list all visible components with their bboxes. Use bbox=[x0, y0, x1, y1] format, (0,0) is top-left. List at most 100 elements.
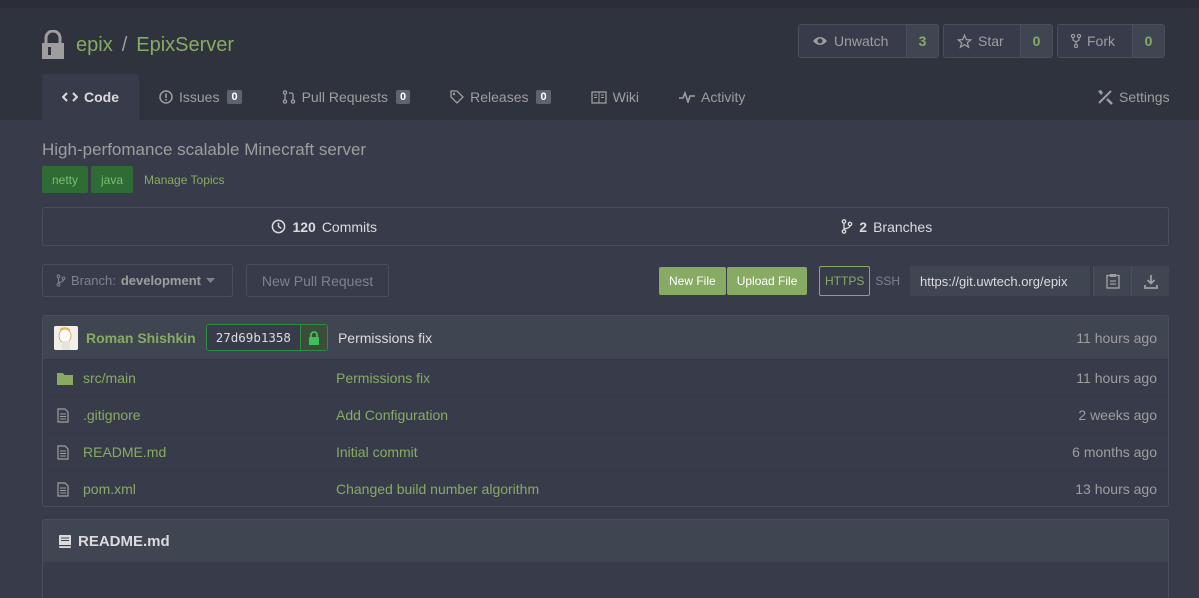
file-name-link[interactable]: README.md bbox=[83, 444, 336, 460]
topic-netty[interactable]: netty bbox=[42, 166, 89, 193]
tab-releases[interactable]: Releases 0 bbox=[430, 74, 571, 120]
tab-releases-label: Releases bbox=[470, 89, 529, 105]
tab-code[interactable]: Code bbox=[42, 74, 139, 120]
file-commit-time: 13 hours ago bbox=[1075, 481, 1157, 497]
commit-sha-badge[interactable]: 27d69b1358 bbox=[205, 324, 328, 351]
history-icon bbox=[272, 219, 286, 234]
star-button[interactable]: Star 0 bbox=[943, 24, 1053, 58]
file-commit-message-link[interactable]: Changed build number algorithm bbox=[336, 481, 539, 497]
commits-stat[interactable]: 120 Commits bbox=[43, 208, 606, 245]
commit-message[interactable]: Permissions fix bbox=[338, 330, 432, 346]
avatar[interactable] bbox=[54, 325, 78, 350]
pull-request-icon bbox=[282, 90, 295, 104]
fork-icon bbox=[1071, 34, 1081, 48]
file-name-link[interactable]: pom.xml bbox=[83, 481, 336, 497]
tab-activity-label: Activity bbox=[701, 89, 746, 105]
manage-topics-link[interactable]: Manage Topics bbox=[144, 173, 225, 187]
upload-file-button[interactable]: Upload File bbox=[726, 267, 808, 295]
unwatch-label: Unwatch bbox=[834, 33, 889, 49]
pulse-icon bbox=[679, 91, 696, 103]
file-row: pom.xml Changed build number algorithm 1… bbox=[43, 470, 1168, 506]
pull-requests-count-badge: 0 bbox=[395, 90, 411, 104]
code-icon bbox=[62, 92, 78, 102]
topics-bar: netty java Manage Topics bbox=[42, 166, 225, 193]
repo-separator: / bbox=[121, 33, 128, 56]
file-commit-message-link[interactable]: Permissions fix bbox=[336, 370, 430, 386]
topic-java[interactable]: java bbox=[91, 166, 134, 193]
branch-icon bbox=[841, 219, 853, 234]
https-toggle[interactable]: HTTPS bbox=[819, 266, 871, 296]
unwatch-button[interactable]: Unwatch 3 bbox=[798, 24, 939, 58]
file-text-icon bbox=[57, 444, 69, 460]
branch-selector[interactable]: Branch: development bbox=[42, 264, 233, 297]
file-name-link[interactable]: .gitignore bbox=[83, 407, 336, 423]
tab-activity[interactable]: Activity bbox=[659, 74, 765, 120]
commit-author-link[interactable]: Roman Shishkin bbox=[86, 330, 196, 346]
branches-count: 2 bbox=[859, 218, 868, 235]
repo-description: High-perfomance scalable Minecraft serve… bbox=[42, 140, 367, 159]
new-file-button[interactable]: New File bbox=[659, 267, 726, 295]
file-row: README.md Initial commit 6 months ago bbox=[43, 433, 1168, 470]
top-strip bbox=[0, 0, 1199, 8]
folder-icon bbox=[57, 372, 73, 385]
clone-bar: HTTPS SSH https://git.uwtech.org/epix bbox=[819, 266, 1170, 296]
caret-down-icon bbox=[206, 277, 215, 283]
star-icon bbox=[957, 33, 972, 49]
issue-icon bbox=[159, 90, 173, 104]
clone-url-input[interactable]: https://git.uwtech.org/epix bbox=[910, 266, 1091, 296]
new-pull-request-button[interactable]: New Pull Request bbox=[246, 264, 389, 297]
file-commit-time: 6 months ago bbox=[1072, 444, 1157, 460]
file-commit-message-link[interactable]: Add Configuration bbox=[336, 407, 448, 423]
book-icon bbox=[59, 534, 71, 548]
file-commit-message-link[interactable]: Initial commit bbox=[336, 444, 418, 460]
lock-icon bbox=[42, 30, 64, 59]
copy-url-button[interactable] bbox=[1093, 266, 1132, 296]
eye-icon bbox=[813, 37, 827, 45]
tools-icon bbox=[1098, 90, 1113, 105]
fork-button[interactable]: Fork 0 bbox=[1057, 24, 1165, 58]
commits-count: 120 bbox=[292, 218, 316, 235]
file-list: Roman Shishkin 27d69b1358 Permissions fi… bbox=[42, 315, 1169, 507]
readme-header: README.md bbox=[43, 520, 1168, 562]
repo-title: epix / EpixServer bbox=[40, 30, 234, 60]
download-icon bbox=[1143, 274, 1158, 289]
tab-issues[interactable]: Issues 0 bbox=[139, 74, 262, 120]
ssh-toggle[interactable]: SSH bbox=[870, 266, 905, 296]
clipboard-icon bbox=[1105, 274, 1120, 289]
repo-tabs: Code Issues 0 Pull Requests 0 Releases 0… bbox=[42, 74, 1170, 120]
stars-count[interactable]: 0 bbox=[1020, 25, 1052, 57]
file-name-link[interactable]: src/main bbox=[83, 370, 336, 386]
file-row: .gitignore Add Configuration 2 weeks ago bbox=[43, 396, 1168, 433]
file-text-icon bbox=[57, 407, 69, 423]
branches-label: Branches bbox=[873, 218, 933, 235]
branches-stat[interactable]: 2 Branches bbox=[606, 208, 1169, 245]
readme-title: README.md bbox=[78, 532, 170, 550]
tag-icon bbox=[450, 90, 465, 104]
tab-wiki-label: Wiki bbox=[612, 89, 640, 105]
repo-name-link[interactable]: EpixServer bbox=[136, 34, 234, 57]
commit-sha: 27d69b1358 bbox=[206, 325, 300, 350]
repo-owner-link[interactable]: epix bbox=[76, 34, 113, 57]
file-buttons: New File Upload File bbox=[659, 267, 808, 295]
download-button[interactable] bbox=[1131, 266, 1170, 296]
branch-prefix: Branch: bbox=[71, 273, 116, 288]
file-row: src/main Permissions fix 11 hours ago bbox=[43, 359, 1168, 396]
commit-time: 11 hours ago bbox=[1076, 329, 1157, 346]
avatar-image bbox=[54, 325, 78, 350]
tab-settings[interactable]: Settings bbox=[1077, 74, 1190, 120]
repo-stats: 120 Commits 2 Branches bbox=[42, 207, 1169, 246]
branch-icon bbox=[56, 274, 66, 287]
repo-actions: Unwatch 3 Star 0 Fork 0 bbox=[798, 24, 1165, 58]
tab-pull-requests-label: Pull Requests bbox=[301, 89, 388, 105]
forks-count[interactable]: 0 bbox=[1132, 25, 1164, 57]
tab-pull-requests[interactable]: Pull Requests 0 bbox=[262, 74, 431, 120]
issues-count-badge: 0 bbox=[227, 90, 242, 104]
repo-header: epix / EpixServer Unwatch 3 Star 0 Fork … bbox=[0, 8, 1199, 120]
commits-label: Commits bbox=[321, 218, 378, 235]
file-commit-time: 11 hours ago bbox=[1076, 370, 1157, 386]
tab-wiki[interactable]: Wiki bbox=[571, 74, 659, 120]
signed-lock-icon bbox=[308, 330, 319, 345]
book-icon bbox=[590, 90, 607, 104]
tab-issues-label: Issues bbox=[179, 89, 220, 105]
watchers-count[interactable]: 3 bbox=[906, 25, 938, 57]
